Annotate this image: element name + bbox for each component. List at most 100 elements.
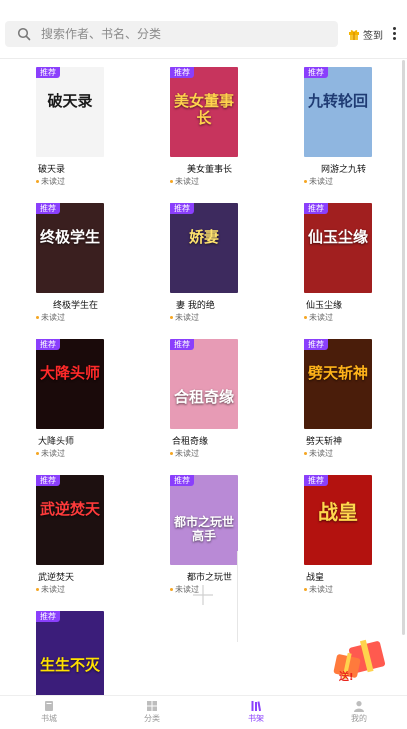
- recommend-badge: 推荐: [170, 203, 194, 214]
- top-bar: 搜索作者、书名、分类 签到: [0, 0, 407, 59]
- svg-text:送!: 送!: [338, 670, 354, 682]
- cover-title: 生生不灭: [40, 656, 101, 674]
- book-title: 武逆焚天: [38, 573, 75, 583]
- tab-bookshelf[interactable]: 书架: [226, 700, 286, 724]
- unread-dot: [36, 588, 39, 591]
- read-status-text: 未读过: [175, 177, 199, 186]
- signin-label: 签到: [363, 30, 383, 42]
- book-item[interactable]: 推荐 九转轮回 网游之九转 未读过: [304, 59, 407, 187]
- book-item[interactable]: 推荐 破天录 破天录 未读过: [36, 59, 156, 187]
- cover-title: 武逆焚天: [40, 500, 101, 518]
- recommend-badge: 推荐: [170, 475, 194, 486]
- read-status: 未读过: [304, 448, 333, 459]
- book-cover[interactable]: 推荐 合租奇缘: [170, 339, 238, 429]
- book-cover[interactable]: 推荐 仙玉尘缘: [304, 203, 372, 293]
- plus-icon: [193, 585, 213, 605]
- book-item[interactable]: 推荐 美女董事长 美女董事长 未读过: [170, 59, 290, 187]
- book-cover[interactable]: 推荐 娇妻: [170, 203, 238, 293]
- read-status-text: 未读过: [41, 449, 65, 458]
- book-cover[interactable]: 推荐 九转轮回: [304, 67, 372, 157]
- read-status-text: 未读过: [309, 449, 333, 458]
- book-cover[interactable]: 推荐 生生不灭: [36, 611, 104, 695]
- read-status-text: 未读过: [41, 177, 65, 186]
- book-item[interactable]: 推荐 大降头师 大降头师 未读过: [36, 331, 156, 459]
- book-item[interactable]: 推荐 娇妻 妻 我的绝 未读过: [170, 195, 290, 323]
- tab-category[interactable]: 分类: [122, 700, 182, 724]
- gift-icon: [349, 30, 359, 40]
- book-cover[interactable]: 推荐 终极学生: [36, 203, 104, 293]
- book-cover[interactable]: 推荐 战皇: [304, 475, 372, 565]
- read-status: 未读过: [304, 176, 333, 187]
- recommend-badge: 推荐: [170, 339, 194, 350]
- read-status: 未读过: [170, 312, 199, 323]
- read-status-text: 未读过: [309, 585, 333, 594]
- recommend-badge: 推荐: [36, 339, 60, 350]
- cover-title: 劈天斩神: [308, 364, 369, 382]
- read-status-text: 未读过: [175, 449, 199, 458]
- book-item[interactable]: 推荐 合租奇缘 合租奇缘 未读过: [170, 331, 290, 459]
- book-title: 终极学生在: [53, 301, 99, 311]
- cover-title: 合租奇缘: [174, 388, 235, 406]
- cover-title: 破天录: [47, 92, 93, 110]
- book-title: 网游之九转: [321, 165, 367, 175]
- read-status: 未读过: [36, 448, 65, 459]
- book-cover[interactable]: 推荐 大降头师: [36, 339, 104, 429]
- user-icon: [354, 701, 364, 712]
- cover-title: 终极学生: [40, 228, 101, 246]
- recommend-badge: 推荐: [170, 67, 194, 78]
- search-input[interactable]: 搜索作者、书名、分类: [41, 21, 161, 47]
- book-item[interactable]: 推荐 仙玉尘缘 仙玉尘缘 未读过: [304, 195, 407, 323]
- book-item[interactable]: 推荐 终极学生 终极学生在 未读过: [36, 195, 156, 323]
- book-title: 妻 我的绝: [176, 301, 215, 311]
- read-status: 未读过: [170, 448, 199, 459]
- tab-label: 书架: [248, 714, 264, 723]
- cover-title: 娇妻: [188, 228, 219, 246]
- cover-title: 仙玉尘缘: [308, 228, 369, 246]
- read-status-text: 未读过: [309, 177, 333, 186]
- book-cover[interactable]: 推荐 武逆焚天: [36, 475, 104, 565]
- recommend-badge: 推荐: [304, 475, 328, 486]
- cover-title: 都市之玩世高手: [174, 515, 235, 543]
- book-title: 美女董事长: [187, 165, 233, 175]
- unread-dot: [304, 452, 307, 455]
- book-item[interactable]: 推荐 劈天斩神 劈天斩神 未读过: [304, 331, 407, 459]
- read-status: 未读过: [36, 312, 65, 323]
- floating-gift-icon[interactable]: 送!: [331, 638, 391, 682]
- more-options-icon[interactable]: [392, 26, 396, 41]
- book-title: 劈天斩神: [306, 437, 343, 447]
- read-status: 未读过: [304, 584, 333, 595]
- tab-label: 书城: [41, 714, 57, 723]
- book-cover[interactable]: 推荐 劈天斩神: [304, 339, 372, 429]
- book-item[interactable]: 推荐 武逆焚天 武逆焚天 未读过: [36, 467, 156, 595]
- bookshelf-icon: [251, 701, 262, 712]
- recommend-badge: 推荐: [304, 67, 328, 78]
- book-cover[interactable]: 推荐 破天录: [36, 67, 104, 157]
- book-item[interactable]: 推荐 战皇 战皇 未读过: [304, 467, 407, 595]
- add-book-slot[interactable]: [168, 551, 238, 642]
- recommend-badge: 推荐: [304, 339, 328, 350]
- search-bar[interactable]: 搜索作者、书名、分类: [5, 21, 338, 47]
- read-status-text: 未读过: [41, 585, 65, 594]
- recommend-badge: 推荐: [36, 475, 60, 486]
- unread-dot: [304, 180, 307, 183]
- unread-dot: [36, 452, 39, 455]
- cover-title: 大降头师: [40, 364, 101, 382]
- scrollbar[interactable]: [402, 60, 405, 635]
- unread-dot: [36, 316, 39, 319]
- book-item[interactable]: 推荐 生生不灭: [36, 603, 156, 695]
- unread-dot: [170, 316, 173, 319]
- grid-icon: [147, 701, 157, 711]
- read-status-text: 未读过: [175, 313, 199, 322]
- unread-dot: [36, 180, 39, 183]
- book-title: 合租奇缘: [172, 437, 209, 447]
- recommend-badge: 推荐: [36, 67, 60, 78]
- book-icon: [45, 701, 53, 711]
- book-cover[interactable]: 推荐 美女董事长: [170, 67, 238, 157]
- read-status: 未读过: [36, 584, 65, 595]
- tab-profile[interactable]: 我的: [329, 700, 389, 724]
- tab-bookstore[interactable]: 书城: [19, 700, 79, 724]
- recommend-badge: 推荐: [36, 203, 60, 214]
- unread-dot: [304, 316, 307, 319]
- signin-button[interactable]: 签到: [348, 27, 383, 42]
- unread-dot: [170, 180, 173, 183]
